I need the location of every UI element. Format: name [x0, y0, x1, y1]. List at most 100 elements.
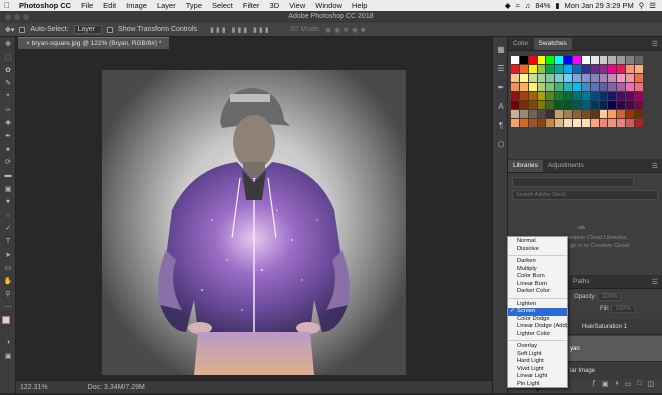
swatch[interactable]: [519, 101, 528, 109]
blend-vivid-light[interactable]: Vivid Light: [508, 366, 567, 374]
swatch[interactable]: [546, 101, 555, 109]
swatch[interactable]: [599, 110, 608, 118]
auto-select-checkbox[interactable]: [19, 26, 26, 33]
blend-lighter-color[interactable]: Lighter Color: [508, 331, 567, 339]
3d-icon[interactable]: ⬡: [494, 137, 508, 151]
eraser-icon[interactable]: ▬: [0, 169, 16, 182]
blend-linear-light[interactable]: Linear Light: [508, 373, 567, 381]
swatch[interactable]: [608, 74, 617, 82]
opacity-input[interactable]: 100%: [598, 293, 622, 301]
blend-normal[interactable]: Normal: [508, 238, 567, 246]
quick-mask-icon[interactable]: ◑: [0, 336, 16, 349]
blend-dissolve[interactable]: Dissolve: [508, 246, 567, 254]
swatch[interactable]: [511, 74, 519, 82]
swatch[interactable]: [555, 110, 564, 118]
swatch[interactable]: [564, 56, 573, 64]
swatch[interactable]: [608, 119, 617, 127]
tab-swatches[interactable]: Swatches: [533, 38, 572, 50]
layer-row-bg[interactable]: lar Image: [568, 363, 662, 379]
tab-libraries[interactable]: Libraries: [508, 160, 543, 172]
layer-row-hue[interactable]: Hue/Saturation 1: [568, 319, 662, 335]
libraries-menu-icon[interactable]: ☰: [648, 162, 662, 172]
swatch[interactable]: [546, 74, 555, 82]
stock-search-input[interactable]: Search Adobe Stock: [512, 190, 658, 200]
swatch[interactable]: [519, 110, 528, 118]
lasso-icon[interactable]: ✿: [0, 63, 16, 76]
fx-icon[interactable]: ƒ: [592, 380, 596, 388]
swatch[interactable]: [555, 65, 564, 73]
menu-layer[interactable]: Layer: [152, 1, 181, 10]
swatch[interactable]: [608, 65, 617, 73]
minimize-window-button[interactable]: [14, 14, 20, 20]
swatch[interactable]: [590, 56, 599, 64]
swatch[interactable]: [590, 74, 599, 82]
swatch[interactable]: [573, 110, 581, 118]
eyedropper-icon[interactable]: ✑: [0, 103, 16, 116]
swatch[interactable]: [546, 83, 555, 91]
swatch[interactable]: [546, 65, 555, 73]
swatch[interactable]: [555, 101, 564, 109]
swatch[interactable]: [617, 56, 626, 64]
fill-input[interactable]: 100%: [611, 305, 635, 313]
dropbox-icon[interactable]: ◆: [505, 1, 511, 10]
swatch[interactable]: [546, 110, 555, 118]
swatch[interactable]: [626, 65, 635, 73]
swatch[interactable]: [635, 65, 643, 73]
swatch[interactable]: [555, 74, 564, 82]
quick-select-icon[interactable]: ✎: [0, 77, 16, 90]
swatch[interactable]: [519, 83, 528, 91]
swatch[interactable]: [626, 119, 635, 127]
swatch[interactable]: [617, 74, 626, 82]
more-icon[interactable]: ⋯: [0, 301, 16, 314]
swatch[interactable]: [528, 92, 537, 100]
swatches-grid[interactable]: [511, 56, 643, 156]
blend-color-burn[interactable]: Color Burn: [508, 273, 567, 281]
swatch[interactable]: [511, 92, 519, 100]
swatch[interactable]: [573, 119, 581, 127]
menu-filter[interactable]: Filter: [238, 1, 265, 10]
blend-soft-light[interactable]: Soft Light: [508, 351, 567, 359]
menu-photoshop[interactable]: Photoshop CC: [14, 1, 76, 10]
swatch[interactable]: [573, 83, 581, 91]
battery-percent[interactable]: 84%: [535, 1, 550, 10]
foreground-color[interactable]: [2, 315, 10, 324]
wifi-icon[interactable]: ≈: [516, 1, 520, 10]
swatch[interactable]: [635, 119, 643, 127]
swatch[interactable]: [608, 56, 617, 64]
swatch[interactable]: [626, 110, 635, 118]
blend-multiply[interactable]: Multiply: [508, 266, 567, 274]
menu-help[interactable]: Help: [347, 1, 372, 10]
swatch[interactable]: [590, 119, 599, 127]
tab-paths[interactable]: Paths: [568, 276, 595, 288]
swatch[interactable]: [626, 101, 635, 109]
swatch[interactable]: [617, 101, 626, 109]
swatch[interactable]: [608, 110, 617, 118]
shape-icon[interactable]: ▭: [0, 261, 16, 274]
marquee-icon[interactable]: ⬚: [0, 50, 16, 63]
swatch[interactable]: [590, 110, 599, 118]
blend-darker-color[interactable]: Darker Color: [508, 288, 567, 296]
swatch[interactable]: [635, 110, 643, 118]
swatch[interactable]: [519, 65, 528, 73]
swatch[interactable]: [573, 56, 581, 64]
swatch[interactable]: [617, 119, 626, 127]
swatch[interactable]: [608, 101, 617, 109]
paragraph-icon[interactable]: ¶: [494, 118, 508, 132]
blend-linear-burn[interactable]: Linear Burn: [508, 281, 567, 289]
swatch[interactable]: [599, 74, 608, 82]
swatch[interactable]: [555, 83, 564, 91]
swatch[interactable]: [573, 65, 581, 73]
swatch[interactable]: [511, 65, 519, 73]
tab-adjustments[interactable]: Adjustments: [543, 160, 589, 172]
swatch[interactable]: [546, 92, 555, 100]
crop-icon[interactable]: ⌖: [0, 90, 16, 103]
brush-settings-icon[interactable]: ✒: [494, 80, 508, 94]
document-tab[interactable]: × bryan-square.jpg @ 122% (Bryan, RGB/8#…: [18, 37, 170, 49]
adjustment-icon[interactable]: ◑: [615, 380, 619, 388]
swatch[interactable]: [528, 83, 537, 91]
zoom-window-button[interactable]: [23, 14, 29, 20]
swatch[interactable]: [511, 101, 519, 109]
menu-view[interactable]: View: [284, 1, 310, 10]
swatch[interactable]: [546, 119, 555, 127]
history-brush-icon[interactable]: ⟳: [0, 156, 16, 169]
